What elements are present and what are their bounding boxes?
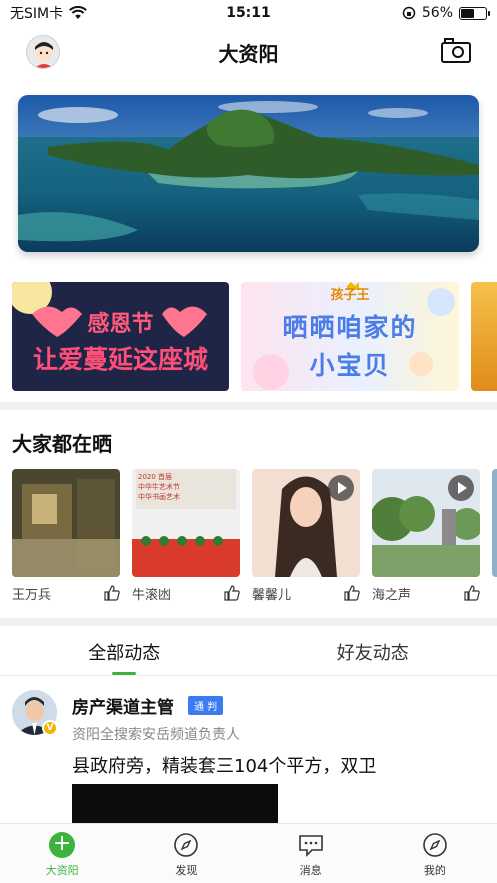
nav-item-messages[interactable]: 消息: [249, 824, 373, 883]
showcase-thumbnail[interactable]: [12, 469, 120, 577]
interior-photo: [12, 469, 120, 577]
thumbs-up-icon[interactable]: [104, 585, 120, 601]
page-title: 大资阳: [218, 41, 279, 66]
thumbs-up-icon[interactable]: [224, 585, 240, 601]
compass-icon: [174, 833, 199, 857]
nav-label: 大资阳: [45, 864, 79, 877]
showcase-item[interactable]: 馨馨儿: [252, 469, 360, 609]
post-media[interactable]: [72, 784, 278, 824]
carrier-label: 无SIM卡: [10, 6, 64, 22]
user-avatar-button[interactable]: [26, 35, 60, 69]
showcase-item[interactable]: 王万兵: [12, 469, 120, 609]
battery-icon: [459, 6, 490, 20]
avatar-icon: [27, 36, 59, 68]
showcase-author: 王万兵: [12, 587, 52, 603]
camera-icon[interactable]: [441, 38, 471, 64]
post-text[interactable]: 县政府旁，精装套三104个平方，双卫: [72, 752, 376, 778]
verified-badge-icon: V: [42, 720, 58, 736]
showcase-item[interactable]: 2020 首届 中华牛艺术节 中华书画艺术 牛滚凼: [132, 469, 240, 609]
bottom-nav: + 大资阳 发现 消息 我的: [0, 823, 497, 883]
showcase-thumbnail[interactable]: [252, 469, 360, 577]
promo-card-partial[interactable]: [471, 282, 497, 391]
promo-card-kids[interactable]: 孩子王 晒晒咱家的 小宝贝: [241, 282, 459, 391]
event-banner-photo: 2020 首届 中华牛艺术节 中华书画艺术: [132, 469, 240, 577]
wifi-icon: [69, 6, 87, 19]
nav-item-home[interactable]: + 大资阳: [0, 824, 124, 883]
tab-all-activity[interactable]: 全部动态: [0, 632, 249, 675]
event-caption-3: 中华书画艺术: [138, 492, 180, 501]
tab-friends-activity[interactable]: 好友动态: [249, 632, 497, 675]
hero-banner[interactable]: [18, 95, 479, 252]
island-landscape-image: [18, 95, 479, 252]
showcase-author: 海之声: [372, 587, 412, 603]
thumbs-up-icon[interactable]: [344, 585, 360, 601]
showcase-author: 牛滚凼: [132, 587, 172, 603]
promo-kids-line1: 晒晒咱家的: [282, 313, 418, 342]
event-caption-2: 中华牛艺术节: [138, 482, 180, 491]
showcase-row[interactable]: 王万兵 2020 首届 中华牛艺术节 中华书画艺术 牛滚凼 馨馨儿 海之声: [12, 469, 497, 609]
nav-item-discover[interactable]: 发现: [124, 824, 248, 883]
showcase-thumbnail[interactable]: 2020 首届 中华牛艺术节 中华书画艺术: [132, 469, 240, 577]
showcase-author: 馨馨儿: [252, 587, 292, 603]
thumbs-up-icon[interactable]: [464, 585, 480, 601]
post-author-name[interactable]: 房产渠道主管: [72, 693, 174, 718]
promo-thanksgiving-slogan: 让爱蔓延这座城: [32, 345, 208, 374]
nav-item-profile[interactable]: 我的: [373, 824, 497, 883]
status-bar: 无SIM卡 15:11 56%: [0, 0, 497, 26]
promo-carousel[interactable]: 感恩节 让爱蔓延这座城 孩子王 晒晒咱家的 小宝贝: [12, 282, 497, 391]
nav-label: 消息: [299, 864, 322, 877]
nav-label: 我的: [423, 864, 446, 877]
promo-kids-line2: 小宝贝: [309, 351, 391, 380]
app-header: 大资阳: [0, 30, 497, 74]
battery-fill: [461, 8, 475, 18]
video-play-icon[interactable]: [328, 475, 354, 501]
section-divider: [0, 618, 497, 626]
promo-kids-brand: 孩子王: [330, 288, 370, 303]
showcase-item[interactable]: 海之声: [372, 469, 480, 609]
nav-label: 发现: [175, 864, 198, 877]
feed-tabs: 全部动态 好友动态: [0, 632, 497, 676]
promo-card-thanksgiving[interactable]: 感恩节 让爱蔓延这座城: [12, 282, 229, 391]
message-icon: [298, 835, 323, 857]
event-caption-1: 2020 首届: [138, 472, 172, 481]
showcase-title: 大家都在晒: [12, 432, 112, 456]
showcase-thumbnail[interactable]: [492, 469, 497, 577]
orientation-lock-icon: [402, 6, 416, 20]
battery-percent: 56%: [421, 5, 453, 21]
plus-icon: +: [49, 832, 76, 858]
post-author-badge: 通 判: [188, 696, 224, 715]
post-author-subtitle: 资阳全搜索安岳频道负责人: [72, 727, 240, 743]
promo-thanksgiving-title: 感恩节: [87, 312, 154, 337]
showcase-item-partial[interactable]: [492, 469, 497, 577]
section-divider: [0, 402, 497, 410]
showcase-thumbnail[interactable]: [372, 469, 480, 577]
video-play-icon[interactable]: [448, 475, 474, 501]
status-time: 15:11: [226, 5, 271, 21]
profile-compass-icon: [423, 833, 447, 857]
